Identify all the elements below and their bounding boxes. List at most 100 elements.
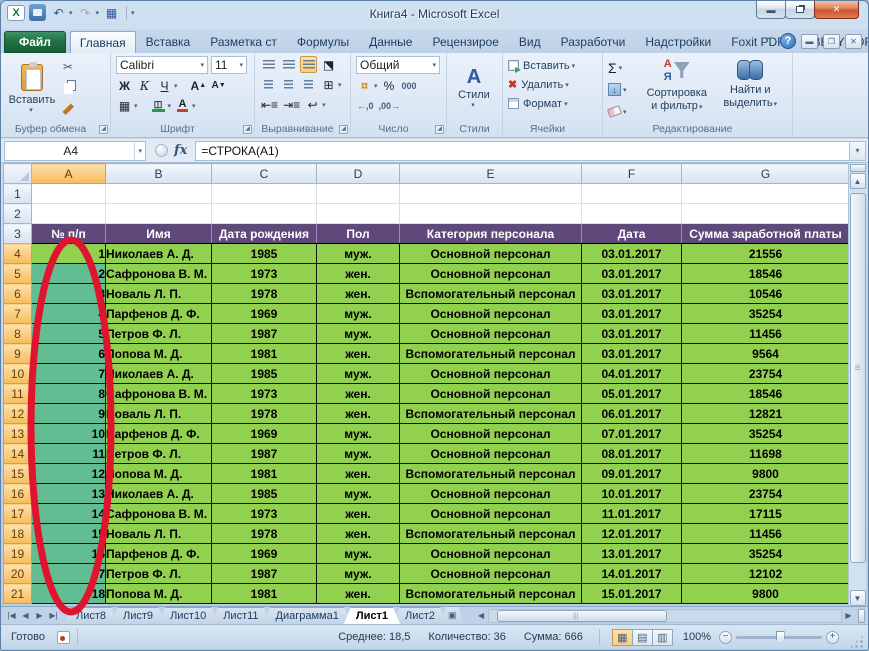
cell-F6[interactable]: 03.01.2017 bbox=[581, 283, 682, 304]
row-header-4[interactable]: 4 bbox=[3, 243, 32, 264]
table-header-A3[interactable]: № п/п bbox=[31, 223, 106, 244]
row-header-21[interactable]: 21 bbox=[3, 583, 32, 604]
table-header-F3[interactable]: Дата bbox=[581, 223, 682, 244]
column-header-B[interactable]: B bbox=[105, 163, 212, 184]
cell-B19[interactable]: Парфенов Д. Ф. bbox=[105, 543, 212, 564]
row-header-6[interactable]: 6 bbox=[3, 283, 32, 304]
cell-E14[interactable]: Основной персонал bbox=[399, 443, 582, 464]
cell-B9[interactable]: Попова М. Д. bbox=[105, 343, 212, 364]
cell-C17[interactable]: 1973 bbox=[211, 503, 317, 524]
cell-B11[interactable]: Сафронова В. М. bbox=[105, 383, 212, 404]
clipboard-dialog-launcher[interactable]: ◢ bbox=[99, 125, 108, 134]
cell-C18[interactable]: 1978 bbox=[211, 523, 317, 544]
formula-input[interactable]: =СТРОКА(A1) bbox=[195, 140, 849, 161]
workbook-close-button[interactable]: ✕ bbox=[845, 33, 862, 49]
workbook-minimize-button[interactable]: ▬ bbox=[801, 33, 818, 49]
font-color-button[interactable]: А bbox=[174, 97, 191, 114]
cell-D8[interactable]: муж. bbox=[316, 323, 400, 344]
bold-button[interactable]: Ж bbox=[116, 77, 133, 94]
cell-D1[interactable] bbox=[316, 183, 400, 204]
cell-F10[interactable]: 04.01.2017 bbox=[581, 363, 682, 384]
align-right-icon[interactable] bbox=[300, 76, 317, 93]
cell-C15[interactable]: 1981 bbox=[211, 463, 317, 484]
font-size-select[interactable]: 11 ▾ bbox=[211, 56, 247, 74]
cell-F17[interactable]: 11.01.2017 bbox=[581, 503, 682, 524]
cell-G2[interactable] bbox=[681, 203, 850, 224]
cell-A8[interactable]: 5 bbox=[31, 323, 106, 344]
cell-C10[interactable]: 1985 bbox=[211, 363, 317, 384]
cell-G15[interactable]: 9800 bbox=[681, 463, 850, 484]
vertical-scrollbar[interactable]: ▲ ▼ bbox=[848, 163, 866, 606]
cell-E2[interactable] bbox=[399, 203, 582, 224]
column-header-F[interactable]: F bbox=[581, 163, 682, 184]
cell-E7[interactable]: Основной персонал bbox=[399, 303, 582, 324]
cell-F20[interactable]: 14.01.2017 bbox=[581, 563, 682, 584]
zoom-in-icon[interactable]: + bbox=[826, 630, 839, 644]
cell-B4[interactable]: Николаев А. Д. bbox=[105, 243, 212, 264]
cell-D19[interactable]: муж. bbox=[316, 543, 400, 564]
minimize-button[interactable]: ▬ bbox=[756, 1, 786, 19]
column-header-D[interactable]: D bbox=[316, 163, 400, 184]
cell-G18[interactable]: 11456 bbox=[681, 523, 850, 544]
cell-E16[interactable]: Основной персонал bbox=[399, 483, 582, 504]
sheet-tab-диаграмма1[interactable]: Диаграмма1 bbox=[264, 607, 351, 624]
cell-A15[interactable]: 12 bbox=[31, 463, 106, 484]
row-header-15[interactable]: 15 bbox=[3, 463, 32, 484]
cell-A7[interactable]: 4 bbox=[31, 303, 106, 324]
align-bottom-icon[interactable] bbox=[300, 56, 317, 73]
autosum-button[interactable]: Σ ▾ bbox=[608, 58, 640, 77]
cell-B18[interactable]: Новаль Л. П. bbox=[105, 523, 212, 544]
alignment-dialog-launcher[interactable]: ◢ bbox=[339, 125, 348, 134]
last-sheet-icon[interactable]: ▶| bbox=[47, 611, 60, 620]
cell-A19[interactable]: 16 bbox=[31, 543, 106, 564]
cell-E19[interactable]: Основной персонал bbox=[399, 543, 582, 564]
row-header-16[interactable]: 16 bbox=[3, 483, 32, 504]
tab-надстройки[interactable]: Надстройки bbox=[635, 31, 721, 53]
cell-F11[interactable]: 05.01.2017 bbox=[581, 383, 682, 404]
cell-D20[interactable]: муж. bbox=[316, 563, 400, 584]
cell-C5[interactable]: 1973 bbox=[211, 263, 317, 284]
fill-button[interactable]: ↓ ▾ bbox=[608, 80, 640, 99]
cell-D9[interactable]: жен. bbox=[316, 343, 400, 364]
expand-formula-bar-icon[interactable]: ▾ bbox=[849, 140, 866, 161]
cell-E12[interactable]: Вспомогательный персонал bbox=[399, 403, 582, 424]
column-header-A[interactable]: A bbox=[31, 163, 106, 184]
sheet-tab-лист10[interactable]: Лист10 bbox=[158, 607, 218, 624]
cell-C11[interactable]: 1973 bbox=[211, 383, 317, 404]
table-header-E3[interactable]: Категория персонала bbox=[399, 223, 582, 244]
cell-F14[interactable]: 08.01.2017 bbox=[581, 443, 682, 464]
sheet-tab-лист11[interactable]: Лист11 bbox=[211, 607, 270, 624]
row-header-9[interactable]: 9 bbox=[3, 343, 32, 364]
cell-A9[interactable]: 6 bbox=[31, 343, 106, 364]
cell-A6[interactable]: 3 bbox=[31, 283, 106, 304]
tab-вид[interactable]: Вид bbox=[509, 31, 551, 53]
underline-button[interactable]: Ч bbox=[156, 77, 173, 94]
formula-options-icon[interactable] bbox=[155, 144, 168, 157]
insert-worksheet-tab[interactable]: ▣ bbox=[440, 607, 465, 624]
format-cells-button[interactable]: Формат ▾ bbox=[508, 94, 597, 113]
hscroll-right-icon[interactable]: ▶ bbox=[842, 609, 855, 623]
cell-B1[interactable] bbox=[105, 183, 212, 204]
row-header-7[interactable]: 7 bbox=[3, 303, 32, 324]
cell-B2[interactable] bbox=[105, 203, 212, 224]
insert-cells-button[interactable]: Вставить ▾ bbox=[508, 56, 597, 75]
cell-A5[interactable]: 2 bbox=[31, 263, 106, 284]
cell-F9[interactable]: 03.01.2017 bbox=[581, 343, 682, 364]
cell-F16[interactable]: 10.01.2017 bbox=[581, 483, 682, 504]
cell-A17[interactable]: 14 bbox=[31, 503, 106, 524]
table-header-B3[interactable]: Имя bbox=[105, 223, 212, 244]
cell-F21[interactable]: 15.01.2017 bbox=[581, 583, 682, 604]
align-top-icon[interactable] bbox=[260, 56, 277, 73]
cell-D5[interactable]: жен. bbox=[316, 263, 400, 284]
row-header-18[interactable]: 18 bbox=[3, 523, 32, 544]
tab-данные[interactable]: Данные bbox=[359, 31, 422, 53]
column-header-E[interactable]: E bbox=[399, 163, 582, 184]
cell-F8[interactable]: 03.01.2017 bbox=[581, 323, 682, 344]
tab-главная[interactable]: Главная bbox=[69, 31, 136, 53]
cell-E18[interactable]: Вспомогательный персонал bbox=[399, 523, 582, 544]
cell-F19[interactable]: 13.01.2017 bbox=[581, 543, 682, 564]
cell-A16[interactable]: 13 bbox=[31, 483, 106, 504]
cell-C8[interactable]: 1987 bbox=[211, 323, 317, 344]
macro-record-icon[interactable] bbox=[56, 630, 70, 644]
row-header-8[interactable]: 8 bbox=[3, 323, 32, 344]
